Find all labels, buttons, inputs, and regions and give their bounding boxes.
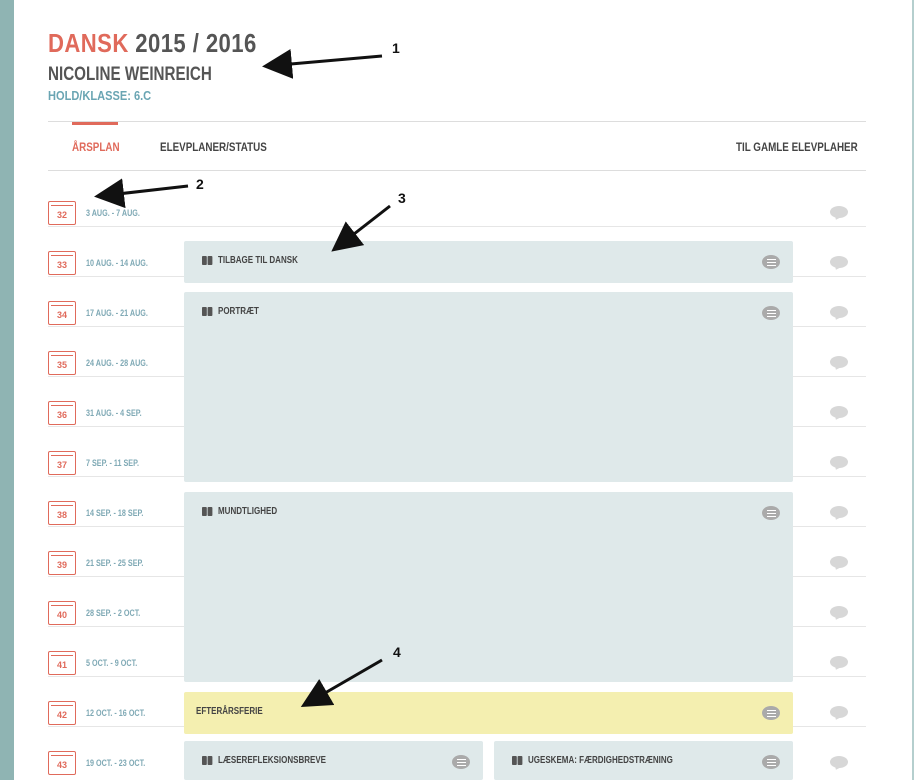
annotation-arrows bbox=[94, 48, 391, 708]
annotation-arrow-1 bbox=[262, 48, 383, 79]
annotation-number-4: 4 bbox=[393, 644, 401, 660]
annotation-number-1: 1 bbox=[392, 40, 400, 56]
annotation-arrow-3 bbox=[331, 204, 391, 252]
annotation-number-2: 2 bbox=[196, 176, 204, 192]
annotation-number-3: 3 bbox=[398, 190, 406, 206]
annotation-arrow-2 bbox=[94, 178, 189, 209]
annotation-arrow-4 bbox=[300, 658, 383, 708]
